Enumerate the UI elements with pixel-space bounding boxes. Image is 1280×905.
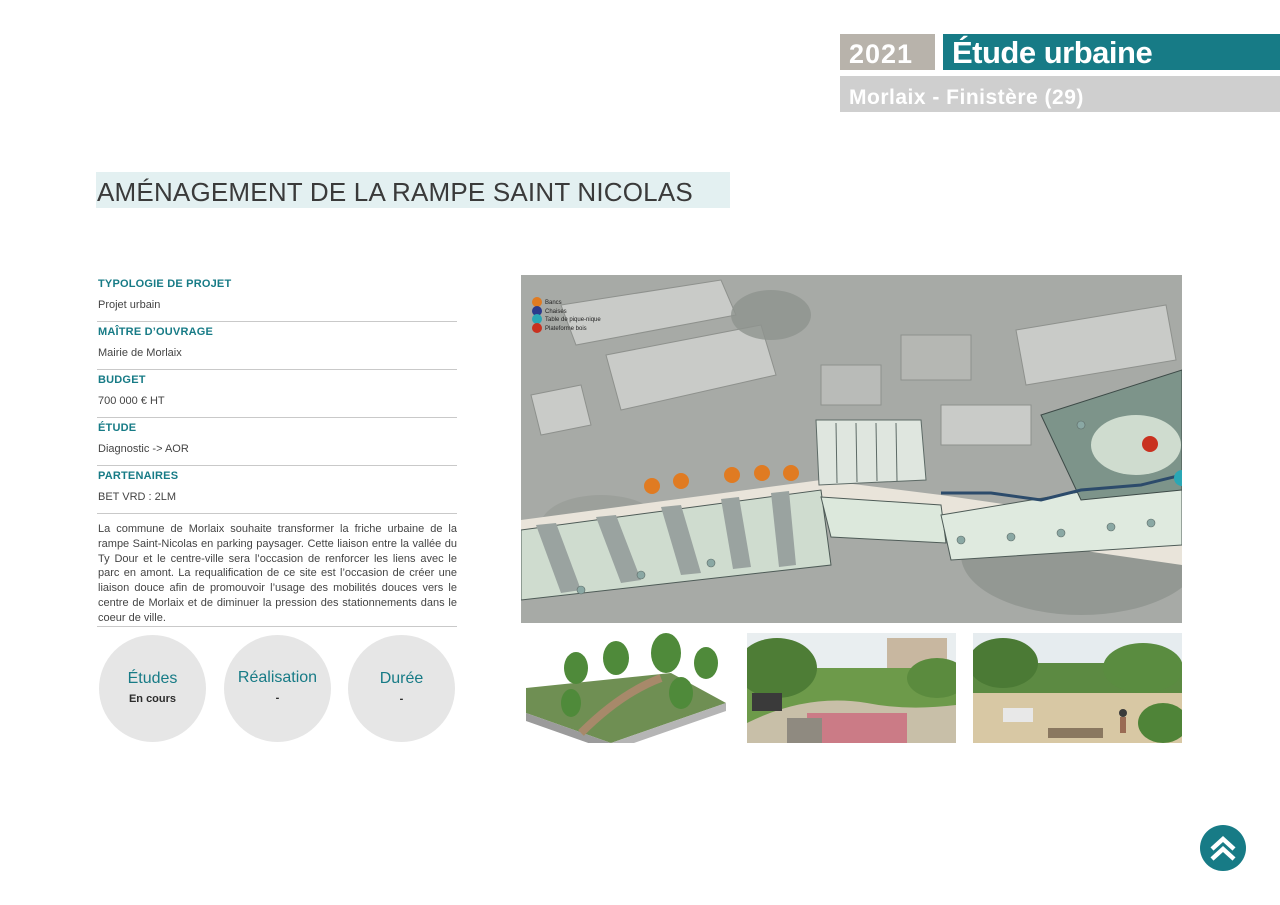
info-value: BET VRD : 2LM xyxy=(98,491,177,503)
status-circle-duree: Durée - xyxy=(348,635,455,742)
info-item-budget: BUDGET 700 000 € HT xyxy=(97,370,457,418)
info-item-etude: ÉTUDE Diagnostic -> AOR xyxy=(97,418,457,466)
info-value: Projet urbain xyxy=(98,299,161,311)
legend-label: Bancs xyxy=(545,300,562,306)
status-value: - xyxy=(275,692,280,704)
status-value: En cours xyxy=(128,693,177,705)
info-label: PARTENAIRES xyxy=(98,470,179,482)
info-label: ÉTUDE xyxy=(98,422,137,434)
legend-label: Table de pique-nique xyxy=(545,317,601,323)
info-item-partenaires: PARTENAIRES BET VRD : 2LM xyxy=(97,466,457,514)
divider xyxy=(97,626,457,627)
category-title: Étude urbaine xyxy=(943,34,1280,70)
status-circle-realisation: Réalisation - xyxy=(224,635,331,742)
perspective-render-1 xyxy=(747,633,956,743)
info-label: TYPOLOGIE DE PROJET xyxy=(98,278,232,290)
logo-chevron-icon xyxy=(1200,825,1246,871)
site-plan-image: Bancs Chaises Table de pique-nique Plate… xyxy=(521,275,1182,623)
info-value: 700 000 € HT xyxy=(98,395,165,407)
site-plan-illustration: Bancs Chaises Table de pique-nique Plate… xyxy=(521,275,1182,623)
info-label: BUDGET xyxy=(98,374,146,386)
legend-swatch xyxy=(532,297,542,307)
status-title: Réalisation xyxy=(237,669,318,686)
year-badge: 2021 xyxy=(840,34,935,70)
info-item-maitre-ouvrage: MAÎTRE D’OUVRAGE Mairie de Morlaix xyxy=(97,322,457,370)
project-info-list: TYPOLOGIE DE PROJET Projet urbain MAÎTRE… xyxy=(97,274,457,514)
location-banner: Morlaix - Finistère (29) xyxy=(840,76,1280,112)
page-title: AMÉNAGEMENT DE LA RAMPE SAINT NICOLAS xyxy=(97,177,693,207)
status-circle-etudes: Études En cours xyxy=(99,635,206,742)
info-item-typologie: TYPOLOGIE DE PROJET Projet urbain xyxy=(97,274,457,322)
project-description: La commune de Morlaix souhaite transform… xyxy=(98,523,457,624)
3d-model-image xyxy=(521,633,730,743)
legend-swatch xyxy=(532,323,542,333)
info-label: MAÎTRE D’OUVRAGE xyxy=(98,326,214,338)
status-title: Études xyxy=(127,670,178,687)
legend-swatch xyxy=(532,314,542,324)
legend-label: Chaises xyxy=(545,309,567,315)
status-title: Durée xyxy=(379,670,424,687)
info-value: Mairie de Morlaix xyxy=(98,347,182,359)
legend-label: Plateforme bois xyxy=(545,326,587,332)
status-value: - xyxy=(399,693,404,705)
perspective-render-2 xyxy=(973,633,1182,743)
info-value: Diagnostic -> AOR xyxy=(98,443,189,455)
